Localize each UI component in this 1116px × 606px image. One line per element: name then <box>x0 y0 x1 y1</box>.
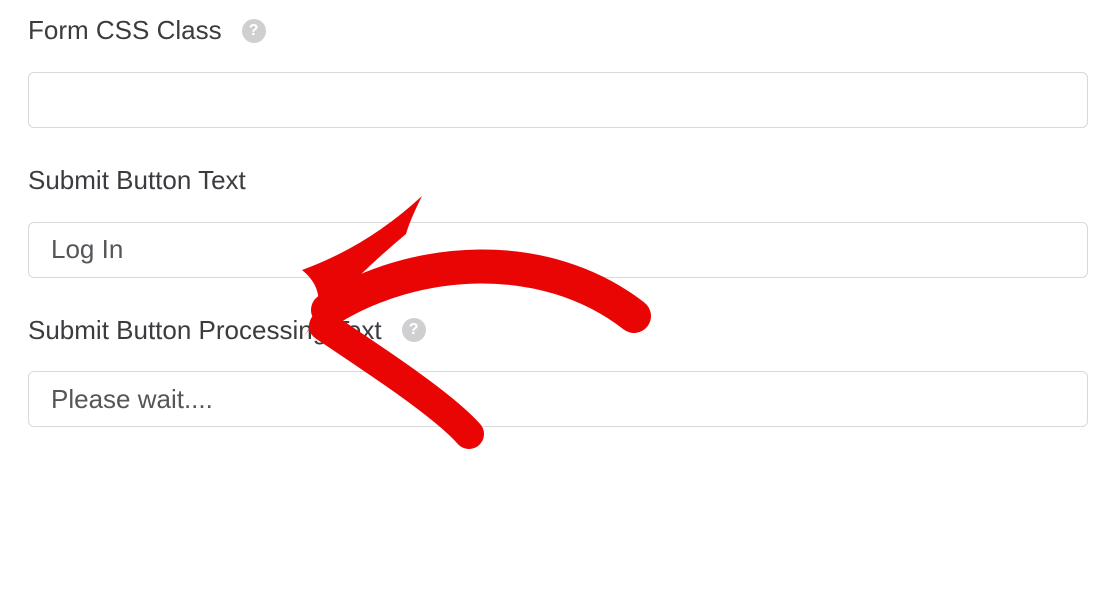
submit-button-text-input[interactable] <box>28 222 1088 278</box>
label-row: Submit Button Text <box>28 164 1088 198</box>
help-icon[interactable]: ? <box>402 318 426 342</box>
form-css-class-field: Form CSS Class ? <box>28 14 1088 128</box>
label-row: Form CSS Class ? <box>28 14 1088 48</box>
label-row: Submit Button Processing Text ? <box>28 314 1088 348</box>
submit-button-processing-text-input[interactable] <box>28 371 1088 427</box>
submit-button-processing-text-field: Submit Button Processing Text ? <box>28 314 1088 428</box>
form-css-class-label: Form CSS Class <box>28 14 222 48</box>
submit-button-text-field: Submit Button Text <box>28 164 1088 278</box>
submit-button-processing-text-label: Submit Button Processing Text <box>28 314 382 348</box>
help-icon[interactable]: ? <box>242 19 266 43</box>
form-css-class-input[interactable] <box>28 72 1088 128</box>
submit-button-text-label: Submit Button Text <box>28 164 246 198</box>
